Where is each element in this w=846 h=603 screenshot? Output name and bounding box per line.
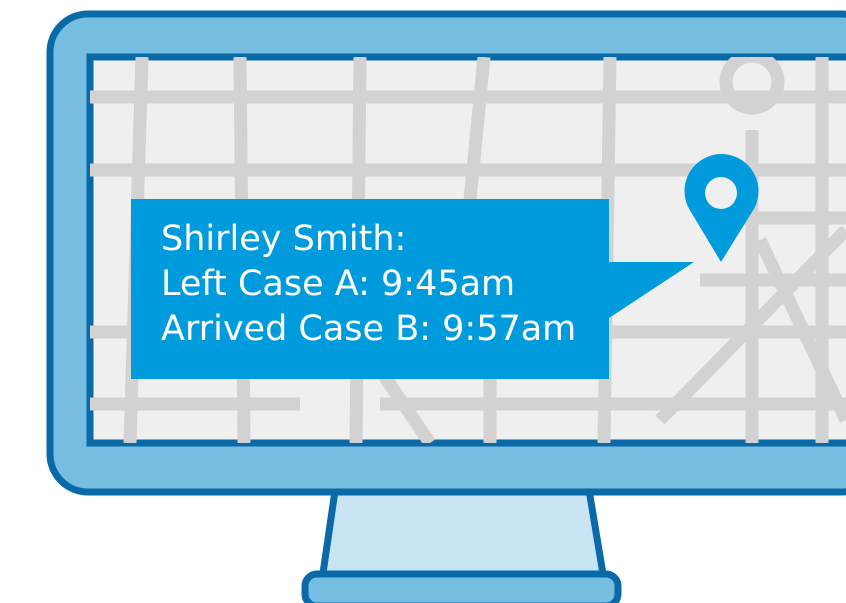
callout-left-time: Left Case A: 9:45am [161,264,516,304]
callout-person-name: Shirley Smith: [161,219,407,259]
monitor-stand-neck [318,480,608,584]
monitor-map-illustration: Shirley Smith: Left Case A: 9:45am Arriv… [0,0,846,603]
callout-arrived-time: Arrived Case B: 9:57am [161,309,577,349]
callout-text: Shirley Smith: Left Case A: 9:45am Arriv… [131,199,609,379]
monitor-stand-base [301,570,622,603]
